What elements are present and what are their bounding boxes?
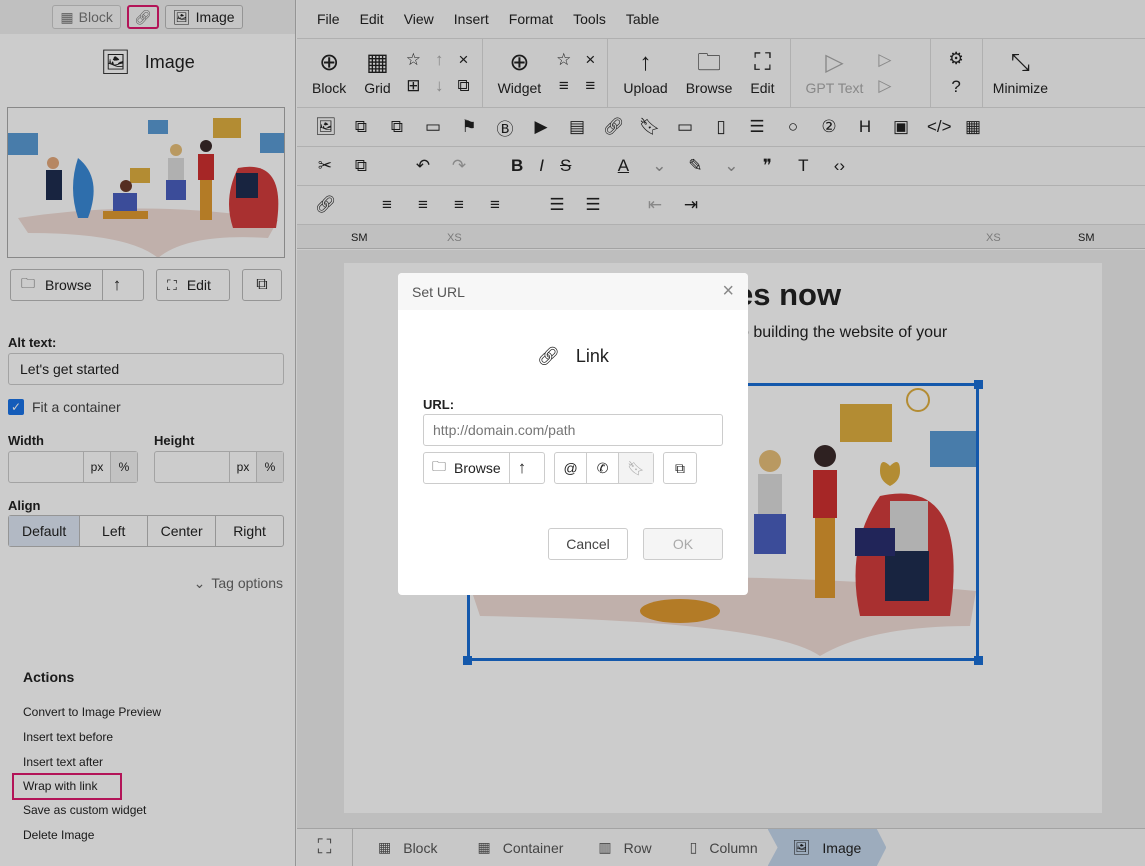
upload-button[interactable]: ↑ [508,453,535,483]
phone-link-button[interactable]: ✆ [586,453,618,483]
link-icon: 🔗︎ [537,346,560,366]
set-url-dialog: Set URL× 🔗︎Link URL: 🗀Browse ↑ @ ✆ 🔖︎ ⧉ … [398,273,748,595]
arrow-up-icon: ↑ [517,458,527,477]
cancel-button[interactable]: Cancel [548,528,628,560]
browse-button[interactable]: 🗀 Browse [424,453,509,483]
ok-button[interactable]: OK [643,528,723,560]
close-icon[interactable]: × [722,280,734,303]
bookmark-icon: 🔖︎ [627,459,645,476]
phone-icon: ✆ [596,459,609,476]
dialog-title: Set URL [412,283,465,300]
copy-icon: ⧉ [675,459,685,476]
browse-upload-group: 🗀 Browse ↑ [423,452,545,484]
dialog-heading: 🔗︎ Link [537,346,609,366]
copy-button[interactable]: ⧉ [663,452,697,484]
url-label: URL: [423,397,455,412]
email-link-button[interactable]: @ [555,453,586,483]
link-type-group: @ ✆ 🔖︎ [554,452,654,484]
anchor-link-button[interactable]: 🔖︎ [618,453,653,483]
url-input[interactable] [423,414,723,446]
folder-icon: 🗀 [432,458,446,474]
